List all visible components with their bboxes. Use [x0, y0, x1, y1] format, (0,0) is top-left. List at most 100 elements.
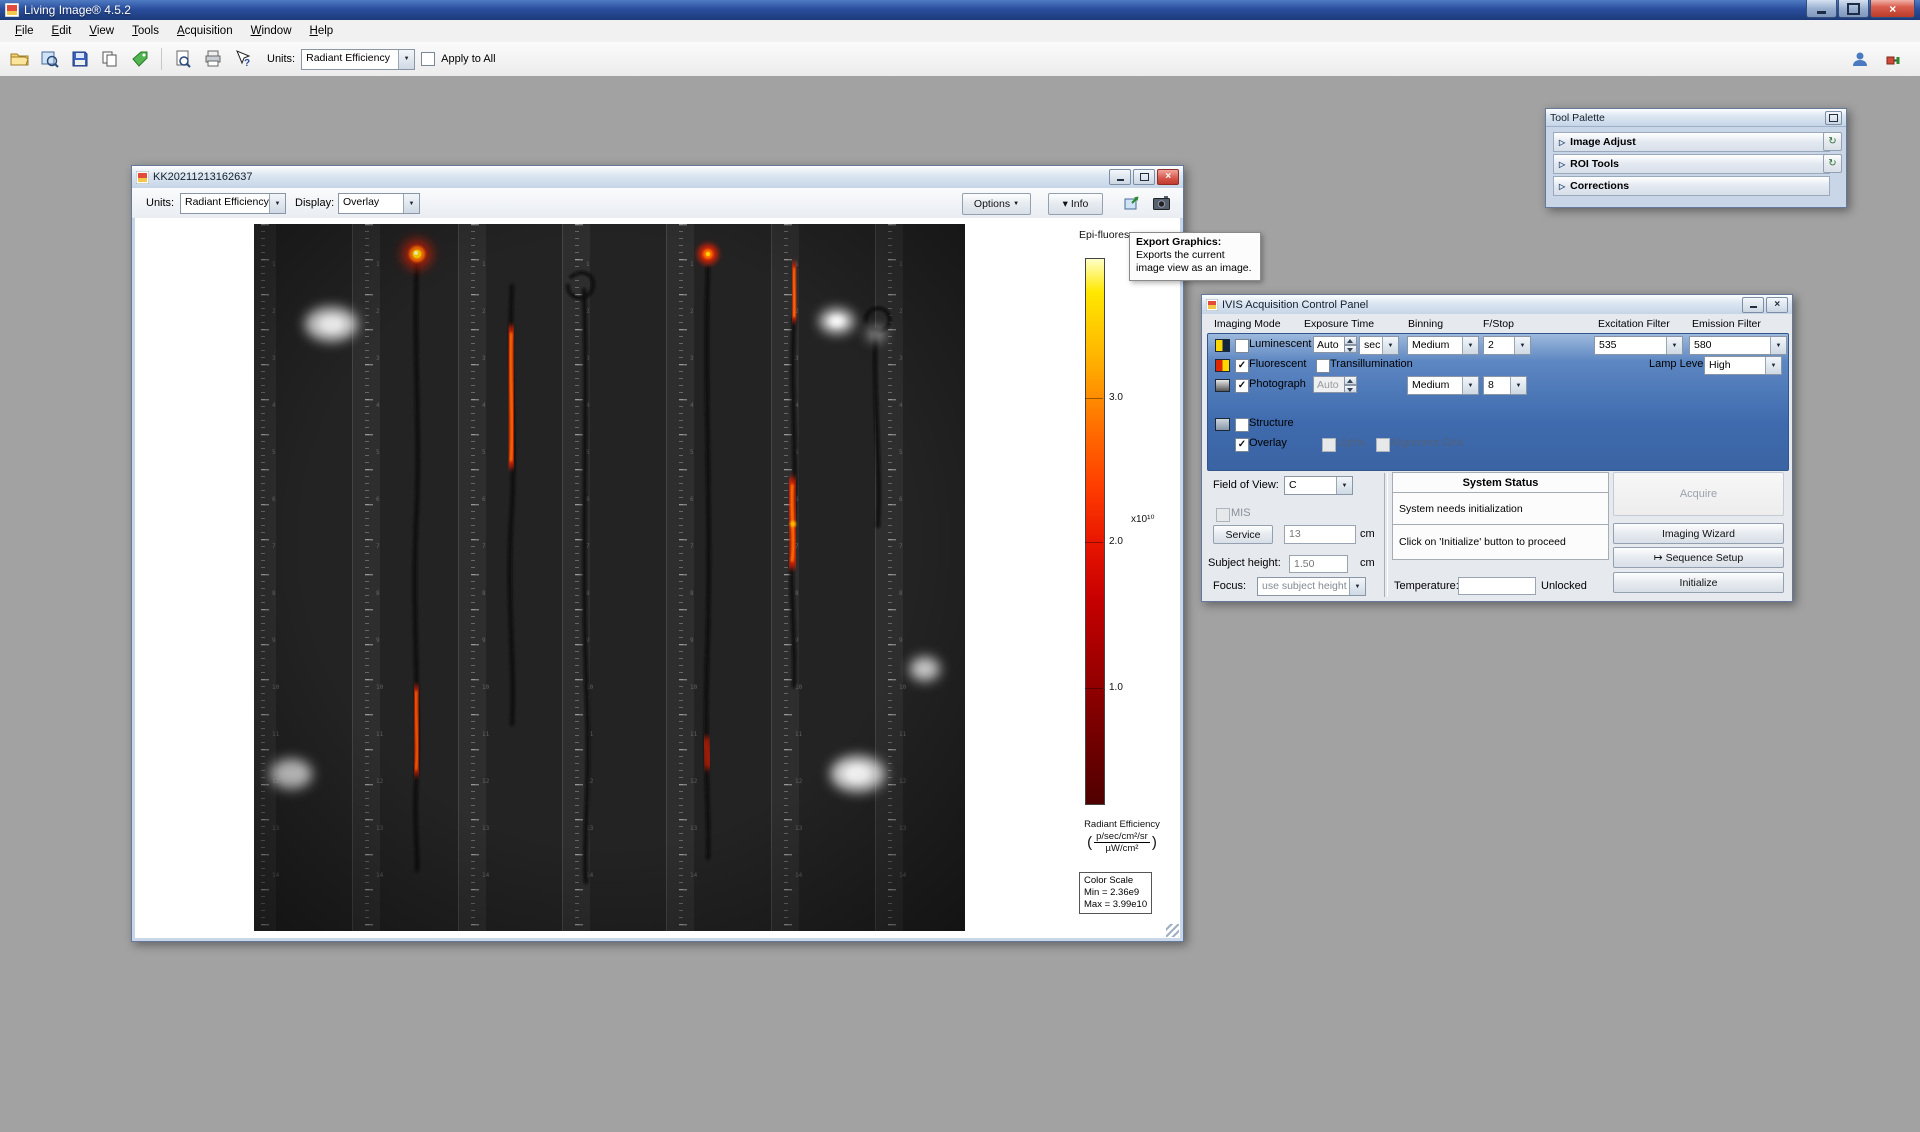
browse-button[interactable] — [38, 47, 62, 71]
info-button[interactable]: ▾ Info — [1048, 193, 1103, 215]
sequence-setup-button[interactable]: ↦ Sequence Setup — [1613, 547, 1784, 568]
minimize-icon — [1750, 306, 1757, 308]
units-value: Radiant Efficiency — [302, 50, 398, 69]
connect-icon — [1885, 50, 1903, 68]
imaging-wizard-button[interactable]: Imaging Wizard — [1613, 523, 1784, 544]
luminescent-exposure-spinner[interactable]: Auto — [1313, 336, 1357, 353]
panel-separator — [1384, 473, 1388, 597]
subject-height-field[interactable]: 1.50 — [1289, 555, 1348, 573]
luminescent-binning-dropdown[interactable]: Medium ▼ — [1407, 336, 1479, 355]
apply-to-all-checkbox[interactable] — [421, 52, 435, 66]
emission-filter-dropdown[interactable]: 580 ▼ — [1689, 336, 1787, 355]
colorbar-tick — [1085, 542, 1103, 543]
acquire-button[interactable]: Acquire — [1613, 472, 1784, 516]
label-button[interactable] — [128, 47, 152, 71]
palette-section-label: Corrections — [1570, 180, 1629, 192]
service-button[interactable]: Service — [1213, 525, 1273, 544]
palette-section-roi-tools[interactable]: ▷ ROI Tools — [1553, 154, 1830, 174]
overlay-checkbox[interactable]: ✓ — [1235, 438, 1249, 452]
menu-acquisition[interactable]: Acquisition — [168, 22, 242, 40]
acquisition-titlebar[interactable]: IVIS Acquisition Control Panel × — [1202, 295, 1792, 315]
expand-icon: ▷ — [1559, 182, 1565, 191]
transillumination-label: Transillumination — [1330, 358, 1413, 370]
toolbar-right-icons — [1848, 47, 1912, 71]
menu-tools[interactable]: Tools — [123, 22, 168, 40]
palette-refresh-top-button[interactable]: ↻ — [1823, 132, 1842, 151]
menu-help[interactable]: Help — [301, 22, 343, 40]
viewer-minimize-button[interactable] — [1109, 169, 1131, 185]
photograph-binning-dropdown[interactable]: Medium ▼ — [1407, 376, 1479, 395]
fov-dropdown[interactable]: C ▼ — [1284, 476, 1353, 495]
chevron-down-icon: ▼ — [403, 194, 419, 213]
palette-section-image-adjust[interactable]: ▷ Image Adjust — [1553, 132, 1830, 152]
snapshot-button[interactable] — [1151, 194, 1171, 212]
context-help-button[interactable]: ? — [231, 47, 255, 71]
user-button[interactable] — [1848, 47, 1872, 71]
open-folder-icon — [10, 50, 30, 68]
luminescent-fstop-dropdown[interactable]: 2 ▼ — [1483, 336, 1531, 355]
lamp-level-value: High — [1705, 357, 1765, 374]
export-graphics-button[interactable] — [1122, 193, 1142, 213]
viewer-units-dropdown[interactable]: Radiant Efficiency ▼ — [180, 193, 286, 214]
menu-view[interactable]: View — [80, 22, 123, 40]
print-button[interactable] — [201, 47, 225, 71]
chevron-down-icon: ▼ — [1349, 578, 1365, 595]
viewer-titlebar[interactable]: KK20211213162637 × — [132, 166, 1183, 189]
excitation-filter-dropdown[interactable]: 535 ▼ — [1594, 336, 1683, 355]
palette-close-button[interactable] — [1825, 111, 1842, 125]
open-button[interactable] — [8, 47, 32, 71]
chevron-down-icon: ▼ — [398, 50, 414, 69]
photograph-checkbox[interactable]: ✓ — [1235, 379, 1249, 393]
exposure-unit-dropdown[interactable]: sec ▼ — [1359, 336, 1399, 355]
structure-checkbox[interactable] — [1235, 418, 1249, 432]
temperature-field[interactable] — [1458, 577, 1536, 595]
app-maximize-button[interactable] — [1838, 0, 1869, 18]
subject-height-label: Subject height: — [1208, 557, 1281, 569]
menu-window[interactable]: Window — [242, 22, 301, 40]
palette-section-corrections[interactable]: ▷ Corrections — [1553, 176, 1830, 196]
acquisition-minimize-button[interactable] — [1742, 297, 1764, 313]
focus-dropdown[interactable]: use subject height ▼ — [1257, 577, 1366, 596]
units-dropdown[interactable]: Radiant Efficiency ▼ — [301, 49, 415, 70]
colorbar-tick — [1085, 398, 1103, 399]
imaging-mode-panel: Luminescent Auto sec ▼ Medium ▼ 2 ▼ 535 … — [1207, 333, 1789, 471]
luminescent-checkbox[interactable] — [1235, 339, 1249, 353]
print-preview-button[interactable] — [171, 47, 195, 71]
tag-icon — [131, 50, 149, 68]
service-field[interactable]: 13 — [1284, 525, 1356, 544]
chevron-down-icon: ▼ — [1462, 337, 1478, 354]
menu-file[interactable]: File — [6, 22, 43, 40]
save-button[interactable] — [68, 47, 92, 71]
menu-edit[interactable]: Edit — [43, 22, 81, 40]
palette-titlebar[interactable]: Tool Palette — [1546, 109, 1846, 127]
connect-button[interactable] — [1882, 47, 1906, 71]
options-button[interactable]: Options ▼ — [962, 193, 1031, 215]
resize-grip[interactable] — [1166, 924, 1179, 937]
refresh-icon: ↻ — [1828, 136, 1836, 147]
viewer-maximize-button[interactable] — [1133, 169, 1155, 185]
spin-up-icon[interactable] — [1345, 336, 1357, 345]
viewer-close-button[interactable]: × — [1157, 169, 1179, 185]
palette-refresh-bottom-button[interactable]: ↻ — [1823, 154, 1842, 173]
photograph-fstop-dropdown[interactable]: 8 ▼ — [1483, 376, 1527, 395]
app-close-button[interactable]: × — [1870, 0, 1915, 18]
binning-value: Medium — [1408, 337, 1462, 354]
spin-down-icon[interactable] — [1345, 345, 1357, 354]
initialize-button[interactable]: Initialize — [1613, 572, 1784, 593]
system-status-title: System Status — [1393, 473, 1608, 493]
lamp-level-dropdown[interactable]: High ▼ — [1704, 356, 1782, 375]
fluorescent-checkbox[interactable]: ✓ — [1235, 359, 1249, 373]
fluorescence-image[interactable]: 12345 678910 11121314 — [254, 224, 965, 931]
copy-button[interactable] — [98, 47, 122, 71]
sequence-setup-label: Sequence Setup — [1666, 552, 1744, 564]
app-title: Living Image® 4.5.2 — [24, 3, 131, 17]
app-minimize-button[interactable] — [1806, 0, 1837, 18]
transillumination-checkbox[interactable] — [1316, 359, 1330, 373]
palette-section-label: Image Adjust — [1570, 136, 1636, 148]
app-icon — [5, 3, 19, 17]
acquisition-close-button[interactable]: × — [1766, 297, 1788, 313]
excitation-value: 535 — [1595, 337, 1666, 354]
check-icon: ✓ — [1238, 360, 1246, 371]
display-dropdown[interactable]: Overlay ▼ — [338, 193, 420, 214]
acquisition-title: IVIS Acquisition Control Panel — [1222, 299, 1368, 311]
